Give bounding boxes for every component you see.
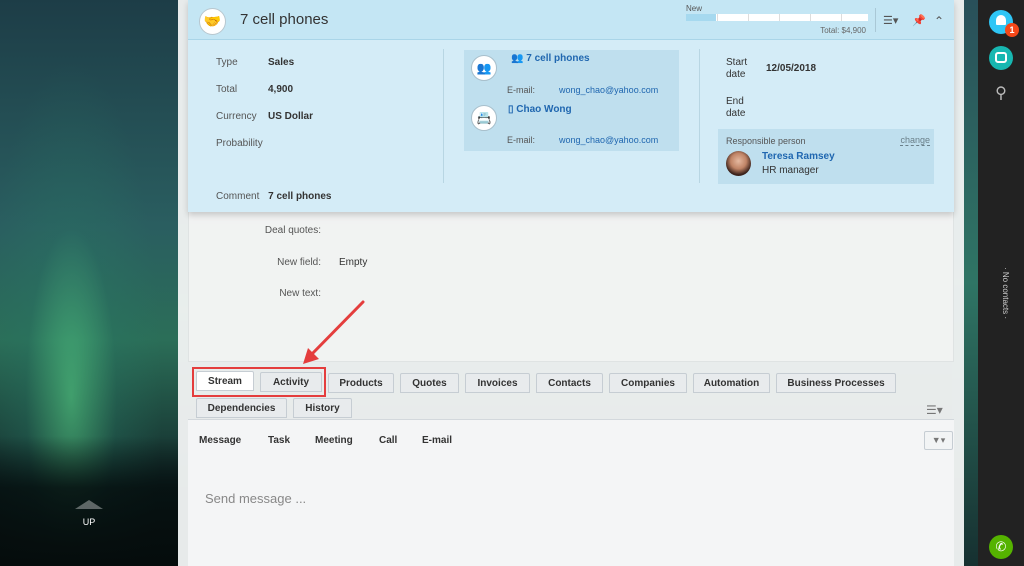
scroll-up-button[interactable]: UP <box>70 500 108 527</box>
change-responsible-link[interactable]: change <box>900 135 930 146</box>
collapse-chevron-icon[interactable]: ⌃ <box>934 14 944 28</box>
start-date-label: Start date <box>726 57 748 80</box>
handshake-icon: 🤝 <box>199 8 226 35</box>
stream-email-tab[interactable]: E-mail <box>422 435 452 446</box>
contact-email-link[interactable]: wong_chao@yahoo.com <box>559 135 658 145</box>
company-email-label: E-mail: <box>507 85 536 95</box>
field-label: Deal quotes: <box>264 225 321 236</box>
search-icon[interactable]: ⚲ <box>989 82 1013 106</box>
company-name[interactable]: 7 cell phones <box>526 53 589 64</box>
stage-divider <box>810 14 811 21</box>
header-divider <box>875 8 876 32</box>
stream-meeting-tab[interactable]: Meeting <box>315 435 353 446</box>
responsible-person-block: Responsible person change Teresa Ramsey … <box>718 129 934 184</box>
total-value: 4,900 <box>268 84 294 95</box>
tab-automation[interactable]: Automation <box>693 373 770 393</box>
no-contacts-label: · No contacts · <box>1001 266 1010 319</box>
stream-call-tab[interactable]: Call <box>379 435 397 446</box>
stream-task-tab[interactable]: Task <box>268 435 290 446</box>
stage-divider <box>717 14 718 21</box>
company-link[interactable]: 👥 7 cell phones <box>511 53 590 64</box>
contact-email-label: E-mail: <box>507 135 536 145</box>
tab-quotes[interactable]: Quotes <box>400 373 459 393</box>
tab-contacts[interactable]: Contacts <box>536 373 603 393</box>
list-settings-icon[interactable]: ☰▾ <box>883 14 898 27</box>
chat-icon[interactable] <box>989 46 1013 70</box>
tab-history[interactable]: History <box>293 398 352 418</box>
stage-segment-new[interactable] <box>686 14 716 21</box>
responsible-role: HR manager <box>762 165 819 176</box>
probability-row: Probability <box>216 138 263 149</box>
total-row: Total 4,900 <box>216 84 293 95</box>
comment-label: Comment <box>216 191 260 202</box>
end-date-label: End date <box>726 96 746 119</box>
tab-business-processes[interactable]: Business Processes <box>776 373 896 393</box>
probability-label: Probability <box>216 138 263 149</box>
stage-divider <box>748 14 749 21</box>
client-block: 👥 👥 7 cell phones E-mail: wong_chao@yaho… <box>464 50 679 151</box>
currency-row: Currency US Dollar <box>216 111 313 122</box>
field-label: New field: <box>277 257 321 268</box>
company-group-icon: 👥 <box>471 55 497 81</box>
stage-divider <box>779 14 780 21</box>
stage-total: Total: $4,900 <box>820 26 866 35</box>
stage-progress-bar[interactable] <box>686 14 868 21</box>
field-value: Empty <box>339 257 368 268</box>
tabs-menu-icon[interactable]: ☰▾ <box>926 403 943 417</box>
tab-dependencies[interactable]: Dependencies <box>196 398 287 418</box>
up-arrow-icon <box>75 500 103 509</box>
column-divider <box>699 49 700 183</box>
stage-label: New <box>686 4 703 13</box>
contact-link[interactable]: ▯ Chao Wong <box>508 104 572 115</box>
chat-shape <box>995 52 1007 63</box>
company-email-link[interactable]: wong_chao@yahoo.com <box>559 85 658 95</box>
avatar[interactable] <box>726 151 751 176</box>
deal-header: 🤝 7 cell phones New Total: $4,900 ☰▾ 📌 ⌃ <box>188 0 954 40</box>
comment-row: Comment 7 cell phones <box>216 191 332 202</box>
tab-products[interactable]: Products <box>328 373 394 393</box>
deal-title[interactable]: 7 cell phones <box>240 11 328 28</box>
highlight-box <box>192 367 326 397</box>
tab-invoices[interactable]: Invoices <box>465 373 530 393</box>
bell-shape <box>996 15 1006 25</box>
annotation-arrow <box>303 300 365 364</box>
filter-icon[interactable]: ▼▾ <box>924 431 953 450</box>
currency-label: Currency <box>216 111 257 122</box>
type-row: Type Sales <box>216 57 294 68</box>
type-label: Type <box>216 57 238 68</box>
phone-icon[interactable]: ✆ <box>989 535 1013 559</box>
responsible-title: Responsible person <box>726 136 806 146</box>
column-divider <box>443 49 444 183</box>
contact-name[interactable]: Chao Wong <box>516 104 571 115</box>
comment-value: 7 cell phones <box>268 191 332 202</box>
stage-divider <box>841 14 842 21</box>
notification-count-badge: 1 <box>1005 23 1019 37</box>
deal-summary-card: 🤝 7 cell phones New Total: $4,900 ☰▾ 📌 ⌃… <box>188 0 954 212</box>
send-message-input[interactable]: Send message ... <box>205 491 306 506</box>
total-label: Total <box>216 84 238 95</box>
activity-stream: Message Task Meeting Call E-mail ▼▾ Send… <box>188 420 954 566</box>
pin-icon[interactable]: 📌 <box>912 14 926 27</box>
currency-value: US Dollar <box>268 111 314 122</box>
start-date-value: 12/05/2018 <box>766 63 817 74</box>
stream-message-tab[interactable]: Message <box>199 435 241 446</box>
responsible-name[interactable]: Teresa Ramsey <box>762 151 835 162</box>
type-value: Sales <box>268 57 295 68</box>
contact-card-icon: 📇 <box>471 105 497 131</box>
up-label: UP <box>82 517 96 527</box>
tab-companies[interactable]: Companies <box>609 373 687 393</box>
